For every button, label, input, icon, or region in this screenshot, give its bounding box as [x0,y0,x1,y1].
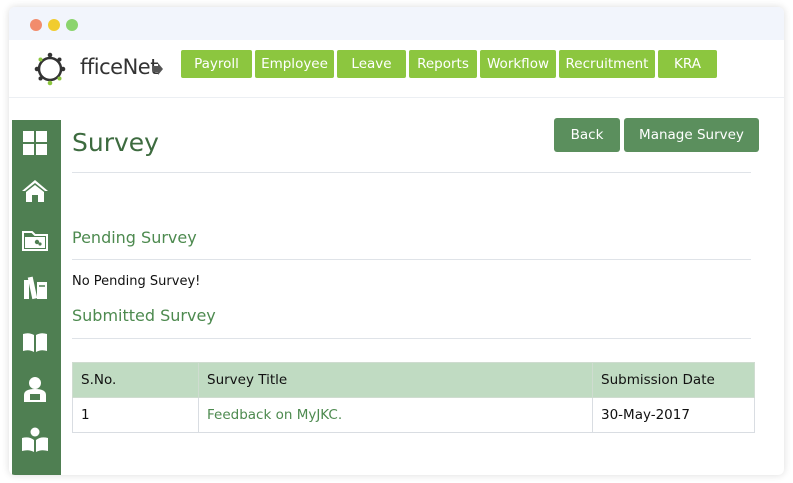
nav-kra[interactable]: KRA [658,50,717,78]
logo-arrow-icon [153,63,163,75]
manage-survey-button[interactable]: Manage Survey [624,118,759,152]
no-pending-notice: No Pending Survey! [72,274,201,289]
submitted-divider [72,338,751,339]
person-icon[interactable] [21,375,49,403]
nav-workflow[interactable]: Workflow [480,50,556,78]
folder-icon[interactable] [21,226,49,254]
column-header-title: Survey Title [198,362,593,398]
back-button[interactable]: Back [554,118,620,152]
nav-reports[interactable]: Reports [409,50,477,78]
grid-icon[interactable] [21,129,49,157]
app-header: fficeNet Payroll Employee Leave Reports … [9,40,784,98]
reader-icon[interactable] [21,426,49,454]
nav-employee[interactable]: Employee [255,50,334,78]
title-bar [9,7,784,40]
minimize-window-dot[interactable] [48,19,60,31]
column-header-sno: S.No. [72,362,199,398]
logo-o-icon [34,52,66,86]
column-header-date: Submission Date [592,362,755,398]
open-book-icon[interactable] [21,328,49,356]
nav-payroll[interactable]: Payroll [181,50,252,78]
table-row: 1 Feedback on MyJKC. 30-May-2017 [72,397,755,433]
pending-divider [72,259,751,260]
nav-recruitment[interactable]: Recruitment [559,50,655,78]
submitted-survey-heading: Submitted Survey [72,306,216,325]
sidebar [12,120,61,475]
cell-submission-date: 30-May-2017 [592,397,755,433]
books-icon[interactable] [21,274,49,302]
cell-sno: 1 [72,397,199,433]
page-title: Survey [72,128,159,157]
table-header-row: S.No. Survey Title Submission Date [72,362,755,398]
pending-survey-heading: Pending Survey [72,228,197,247]
logo-wordmark: fficeNet [80,55,158,79]
home-icon[interactable] [21,177,49,205]
nav-leave[interactable]: Leave [337,50,406,78]
survey-title-link[interactable]: Feedback on MyJKC. [198,397,593,433]
submitted-survey-table: S.No. Survey Title Submission Date 1 Fee… [72,362,755,433]
maximize-window-dot[interactable] [66,19,78,31]
title-divider [72,172,751,173]
close-window-dot[interactable] [30,19,42,31]
officenet-logo[interactable]: fficeNet [33,49,163,89]
